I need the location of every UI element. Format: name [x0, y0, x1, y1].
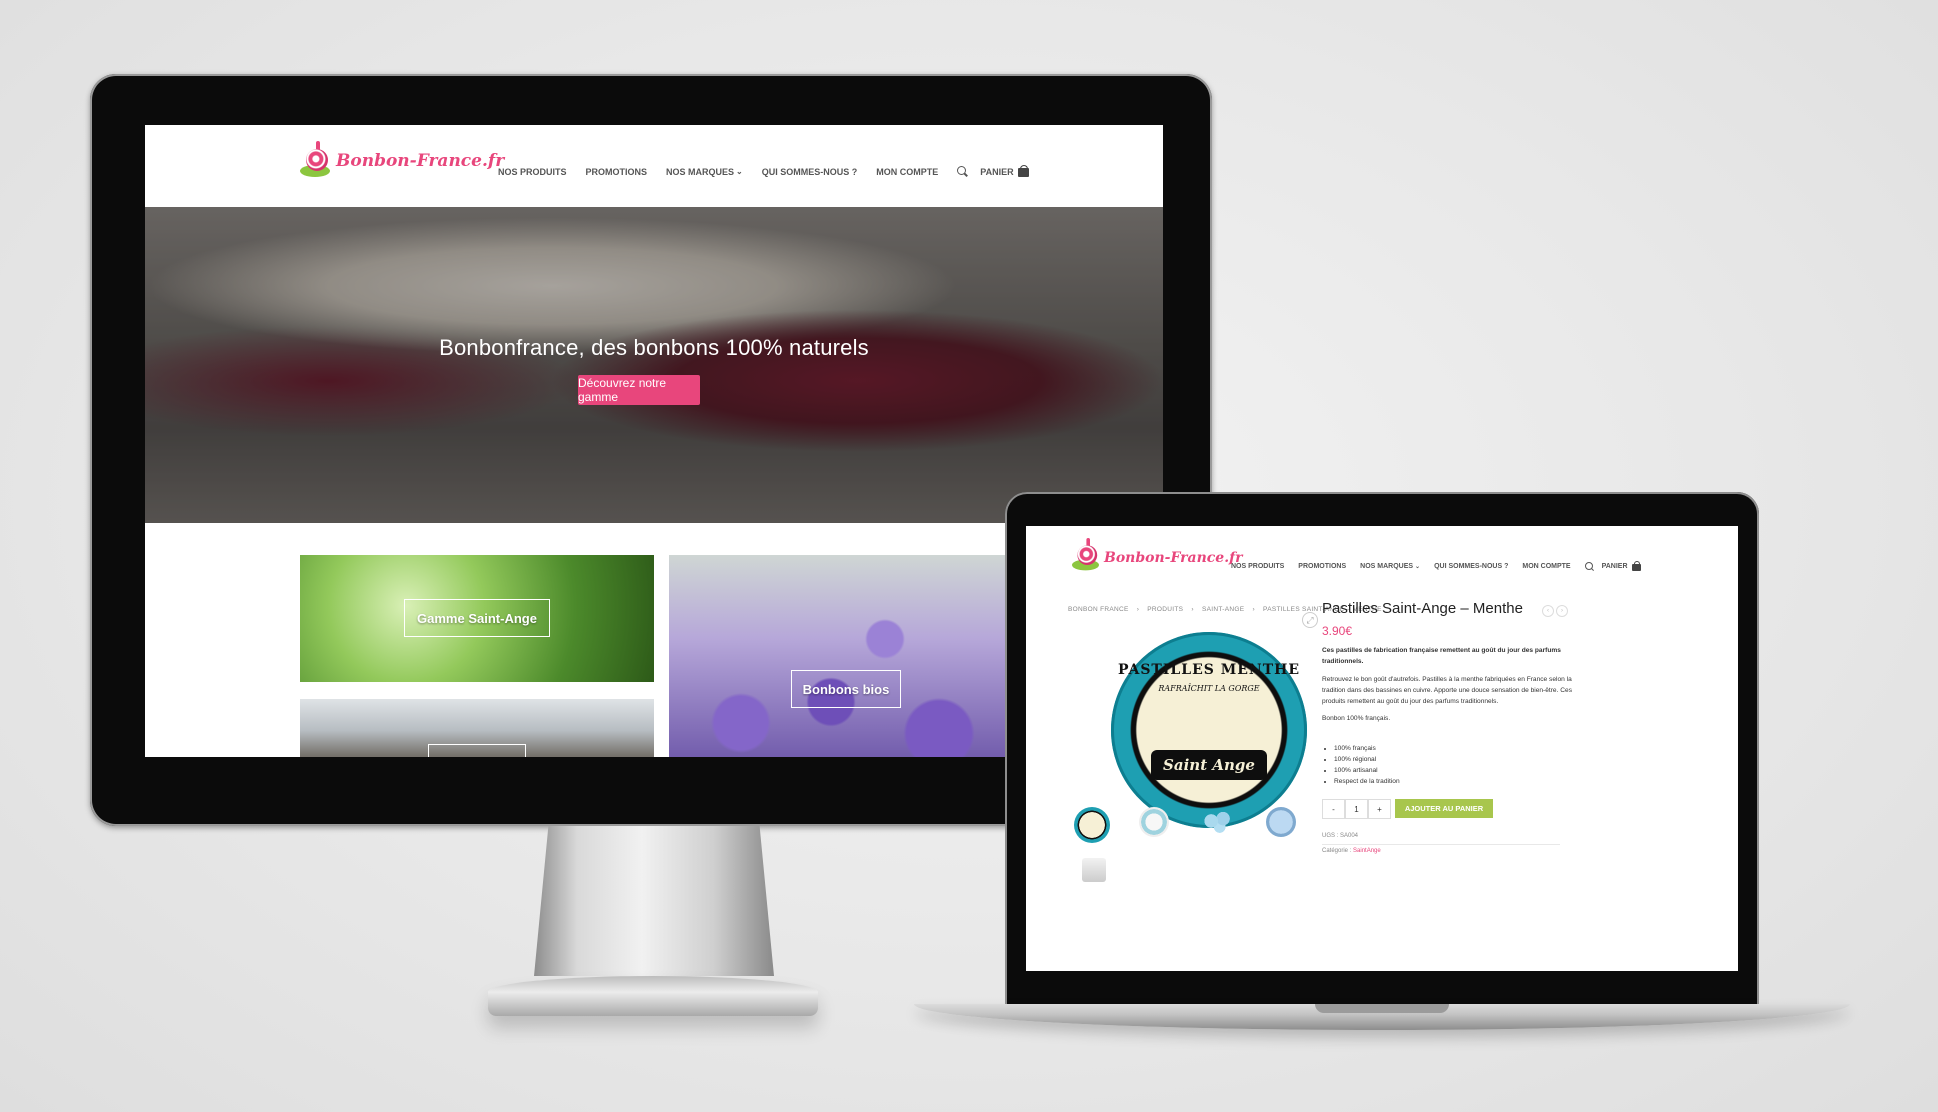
logo-text: Bonbon-France.fr	[1104, 550, 1243, 566]
hero-banner: Bonbonfrance, des bonbons 100% naturels …	[145, 207, 1163, 523]
nav-item-qui-sommes-nous[interactable]: QUI SOMMES-NOUS ?	[762, 167, 858, 177]
main-nav: NOS PRODUITS PROMOTIONS NOS MARQUES ⌄ QUI…	[1231, 561, 1641, 572]
breadcrumb-separator: ›	[1191, 606, 1194, 613]
cart-label[interactable]: PANIER	[980, 167, 1013, 177]
nav-item-marques-label: NOS MARQUES	[666, 166, 735, 177]
product-thumbnail-3[interactable]	[1201, 809, 1235, 833]
product-intro: Ces pastilles de fabrication française r…	[1322, 647, 1561, 665]
category-tile-bios[interactable]: Bonbons bios	[669, 555, 1029, 757]
product-price: 3.90€	[1322, 624, 1353, 638]
nav-item-qui-sommes-nous[interactable]: QUI SOMMES-NOUS ?	[1434, 563, 1508, 570]
nav-item-promotions[interactable]: PROMOTIONS	[586, 167, 648, 177]
tin-subtitle-text: RAFRAÎCHIT LA GORGE	[1158, 684, 1260, 693]
discover-range-button[interactable]: Découvrez notre gamme	[578, 375, 700, 405]
list-item: 100% artisanal	[1334, 766, 1400, 777]
nav-item-produits[interactable]: NOS PRODUITS	[498, 167, 567, 177]
product-sku: UGS : SA004	[1322, 833, 1359, 839]
list-item: 100% régional	[1334, 755, 1400, 766]
product-thumbnail-4[interactable]	[1266, 807, 1296, 837]
quantity-increase-button[interactable]: +	[1368, 799, 1391, 819]
monitor-stand-neck	[534, 826, 774, 976]
candy-logo-icon	[300, 141, 334, 181]
nav-item-promotions[interactable]: PROMOTIONS	[1298, 563, 1346, 570]
site-header: Bonbon-France.fr NOS PRODUITS PROMOTIONS…	[145, 125, 1163, 208]
laptop-notch	[1315, 1004, 1449, 1013]
breadcrumb-produits[interactable]: PRODUITS	[1147, 606, 1183, 613]
nav-item-marques[interactable]: NOS MARQUES ⌄	[666, 167, 743, 177]
tin-brand-ribbon: Saint Ange	[1151, 750, 1267, 780]
divider	[1322, 844, 1560, 845]
breadcrumb-home[interactable]: BONBON FRANCE	[1068, 606, 1129, 613]
product-category: Catégorie : SaintAnge	[1322, 848, 1381, 854]
breadcrumb-separator: ›	[1136, 606, 1140, 613]
chevron-down-icon: ⌄	[1415, 564, 1421, 570]
nav-item-marques[interactable]: NOS MARQUES ⌄	[1360, 563, 1420, 570]
product-thumbnail-5[interactable]	[1082, 858, 1106, 882]
nav-item-mon-compte[interactable]: MON COMPTE	[1522, 563, 1570, 570]
tile-label-bios: Bonbons bios	[791, 670, 901, 708]
cart-label[interactable]: PANIER	[1602, 563, 1628, 570]
prev-product-icon[interactable]: ‹	[1542, 605, 1554, 617]
add-to-cart-button[interactable]: AJOUTER AU PANIER	[1395, 799, 1493, 818]
shopping-bag-icon[interactable]	[1017, 164, 1029, 177]
product-title: Pastilles Saint-Ange – Menthe	[1322, 600, 1523, 617]
tile-label-saint-ange: Gamme Saint-Ange	[404, 599, 550, 637]
hero-overlay	[145, 207, 1163, 523]
product-main-image[interactable]: PASTILLES MENTHE RAFRAÎCHIT LA GORGE Sai…	[1111, 632, 1307, 828]
product-description: Ces pastilles de fabrication française r…	[1322, 646, 1572, 732]
main-nav: NOS PRODUITS PROMOTIONS NOS MARQUES ⌄ QUI…	[498, 164, 1029, 177]
quantity-input[interactable]: 1	[1345, 799, 1368, 819]
breadcrumb-saint-ange[interactable]: SAINT-ANGE	[1202, 606, 1244, 613]
category-link[interactable]: SaintAnge	[1353, 848, 1381, 854]
logo-text: Bonbon-France.fr	[336, 151, 505, 171]
candy-logo-icon	[1072, 538, 1103, 574]
category-label: Catégorie :	[1322, 848, 1352, 854]
product-origin: Bonbon 100% français.	[1322, 715, 1391, 723]
nav-item-marques-label: NOS MARQUES	[1360, 563, 1414, 570]
next-product-icon[interactable]: ›	[1556, 605, 1568, 617]
breadcrumb-separator: ›	[1252, 606, 1255, 613]
laptop-screen: Bonbon-France.fr NOS PRODUITS PROMOTIONS…	[1026, 526, 1738, 971]
product-thumbnail-1[interactable]	[1074, 807, 1110, 843]
category-tile-regional[interactable]	[300, 699, 654, 757]
site-logo[interactable]: Bonbon-France.fr	[300, 141, 504, 181]
chevron-down-icon: ⌄	[736, 167, 743, 176]
hero-title: Bonbonfrance, des bonbons 100% naturels	[439, 335, 869, 360]
site-logo[interactable]: Bonbon-France.fr	[1072, 538, 1243, 578]
product-thumbnail-2[interactable]	[1139, 807, 1169, 837]
laptop: Bonbon-France.fr NOS PRODUITS PROMOTIONS…	[1005, 492, 1759, 1006]
quantity-stepper: - 1 +	[1322, 799, 1391, 819]
category-tile-saint-ange[interactable]: Gamme Saint-Ange	[300, 555, 654, 682]
monitor-stand-base	[488, 976, 818, 1016]
search-icon[interactable]	[957, 166, 969, 177]
product-long-description: Retrouvez le bon goût d'autrefois. Pasti…	[1322, 675, 1572, 705]
nav-item-mon-compte[interactable]: MON COMPTE	[876, 167, 938, 177]
quantity-decrease-button[interactable]: -	[1322, 799, 1345, 819]
product-features-list: 100% français 100% régional 100% artisan…	[1334, 744, 1400, 788]
list-item: 100% français	[1334, 744, 1400, 755]
search-icon[interactable]	[1584, 562, 1594, 572]
zoom-icon[interactable]: ⤢	[1302, 612, 1318, 628]
tin-title-text: PASTILLES MENTHE	[1117, 662, 1301, 678]
nav-item-produits[interactable]: NOS PRODUITS	[1231, 563, 1284, 570]
shopping-bag-icon[interactable]	[1631, 561, 1641, 571]
tile-label-regional	[428, 744, 526, 757]
list-item: Respect de la tradition	[1334, 777, 1400, 788]
